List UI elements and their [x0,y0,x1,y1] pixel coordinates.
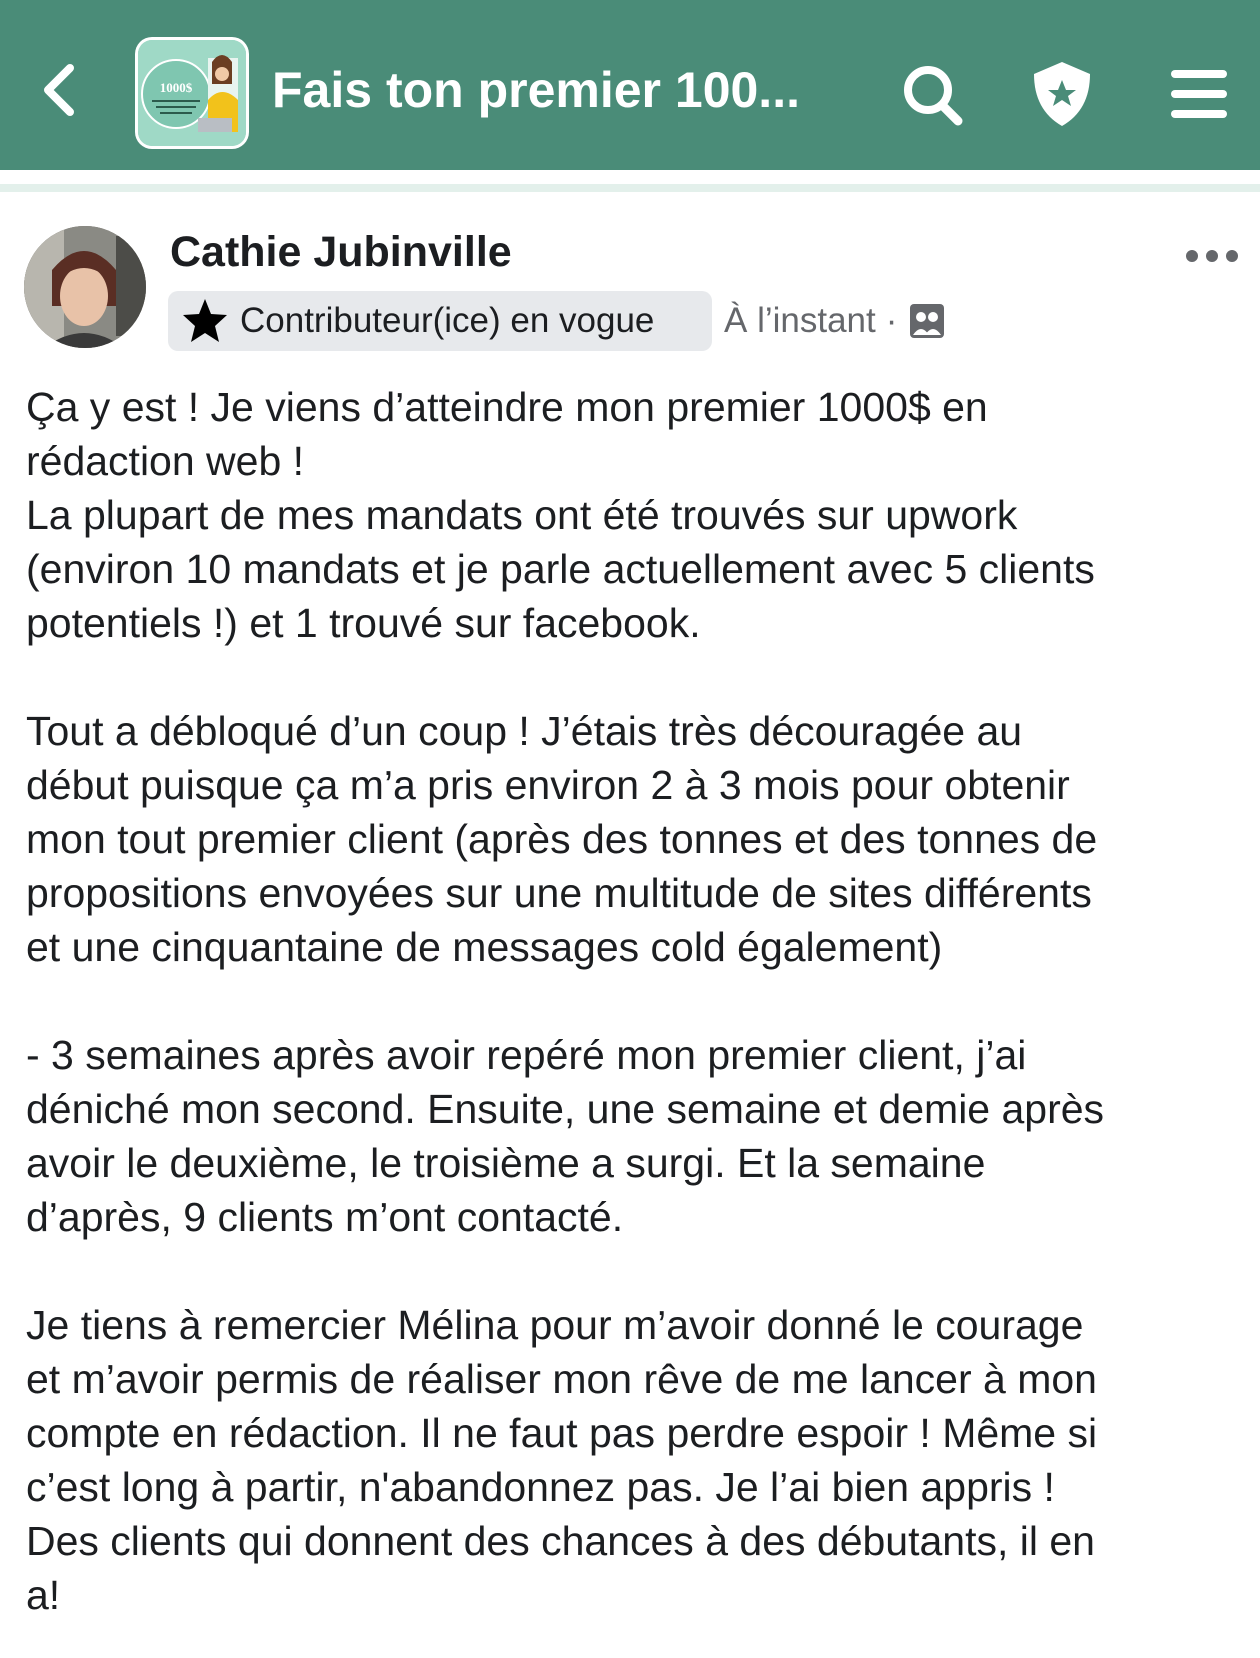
post-paragraph: Ça y est ! Je viens d’atteindre mon prem… [26,384,1095,646]
post-paragraph: Je tiens à remercier Mélina pour m’avoir… [26,1302,1098,1618]
group-header-bar: 1000$ Fais ton premier 100... [0,0,1260,170]
author-avatar[interactable] [24,226,146,348]
author-name[interactable]: Cathie Jubinville [170,226,512,278]
group-audience-icon [910,304,945,338]
header-divider [0,184,1260,192]
hamburger-menu-icon[interactable] [1165,58,1233,130]
post-timestamp[interactable]: À l’instant [724,298,876,344]
post-meta: À l’instant · [724,298,947,344]
meta-separator: · [885,301,898,340]
post-text: Ça y est ! Je viens d’atteindre mon prem… [26,380,1246,1622]
post-paragraph: Tout a débloqué d’un coup ! J’étais très… [26,708,1098,970]
group-thumbnail[interactable]: 1000$ [138,40,246,146]
group-title[interactable]: Fais ton premier 100... [272,60,832,120]
star-icon [183,299,227,342]
badge-label: Contributeur(ice) en vogue [240,301,655,340]
back-chevron-icon[interactable] [36,60,82,120]
contributor-badge[interactable]: Contributeur(ice) en vogue [168,291,712,351]
thumb-amount: 1000$ [160,80,193,95]
post-paragraph: - 3 semaines après avoir repéré mon prem… [26,1032,1105,1240]
shield-star-icon[interactable] [1028,58,1096,130]
search-icon[interactable] [898,58,966,130]
more-options-icon[interactable] [1184,242,1240,270]
